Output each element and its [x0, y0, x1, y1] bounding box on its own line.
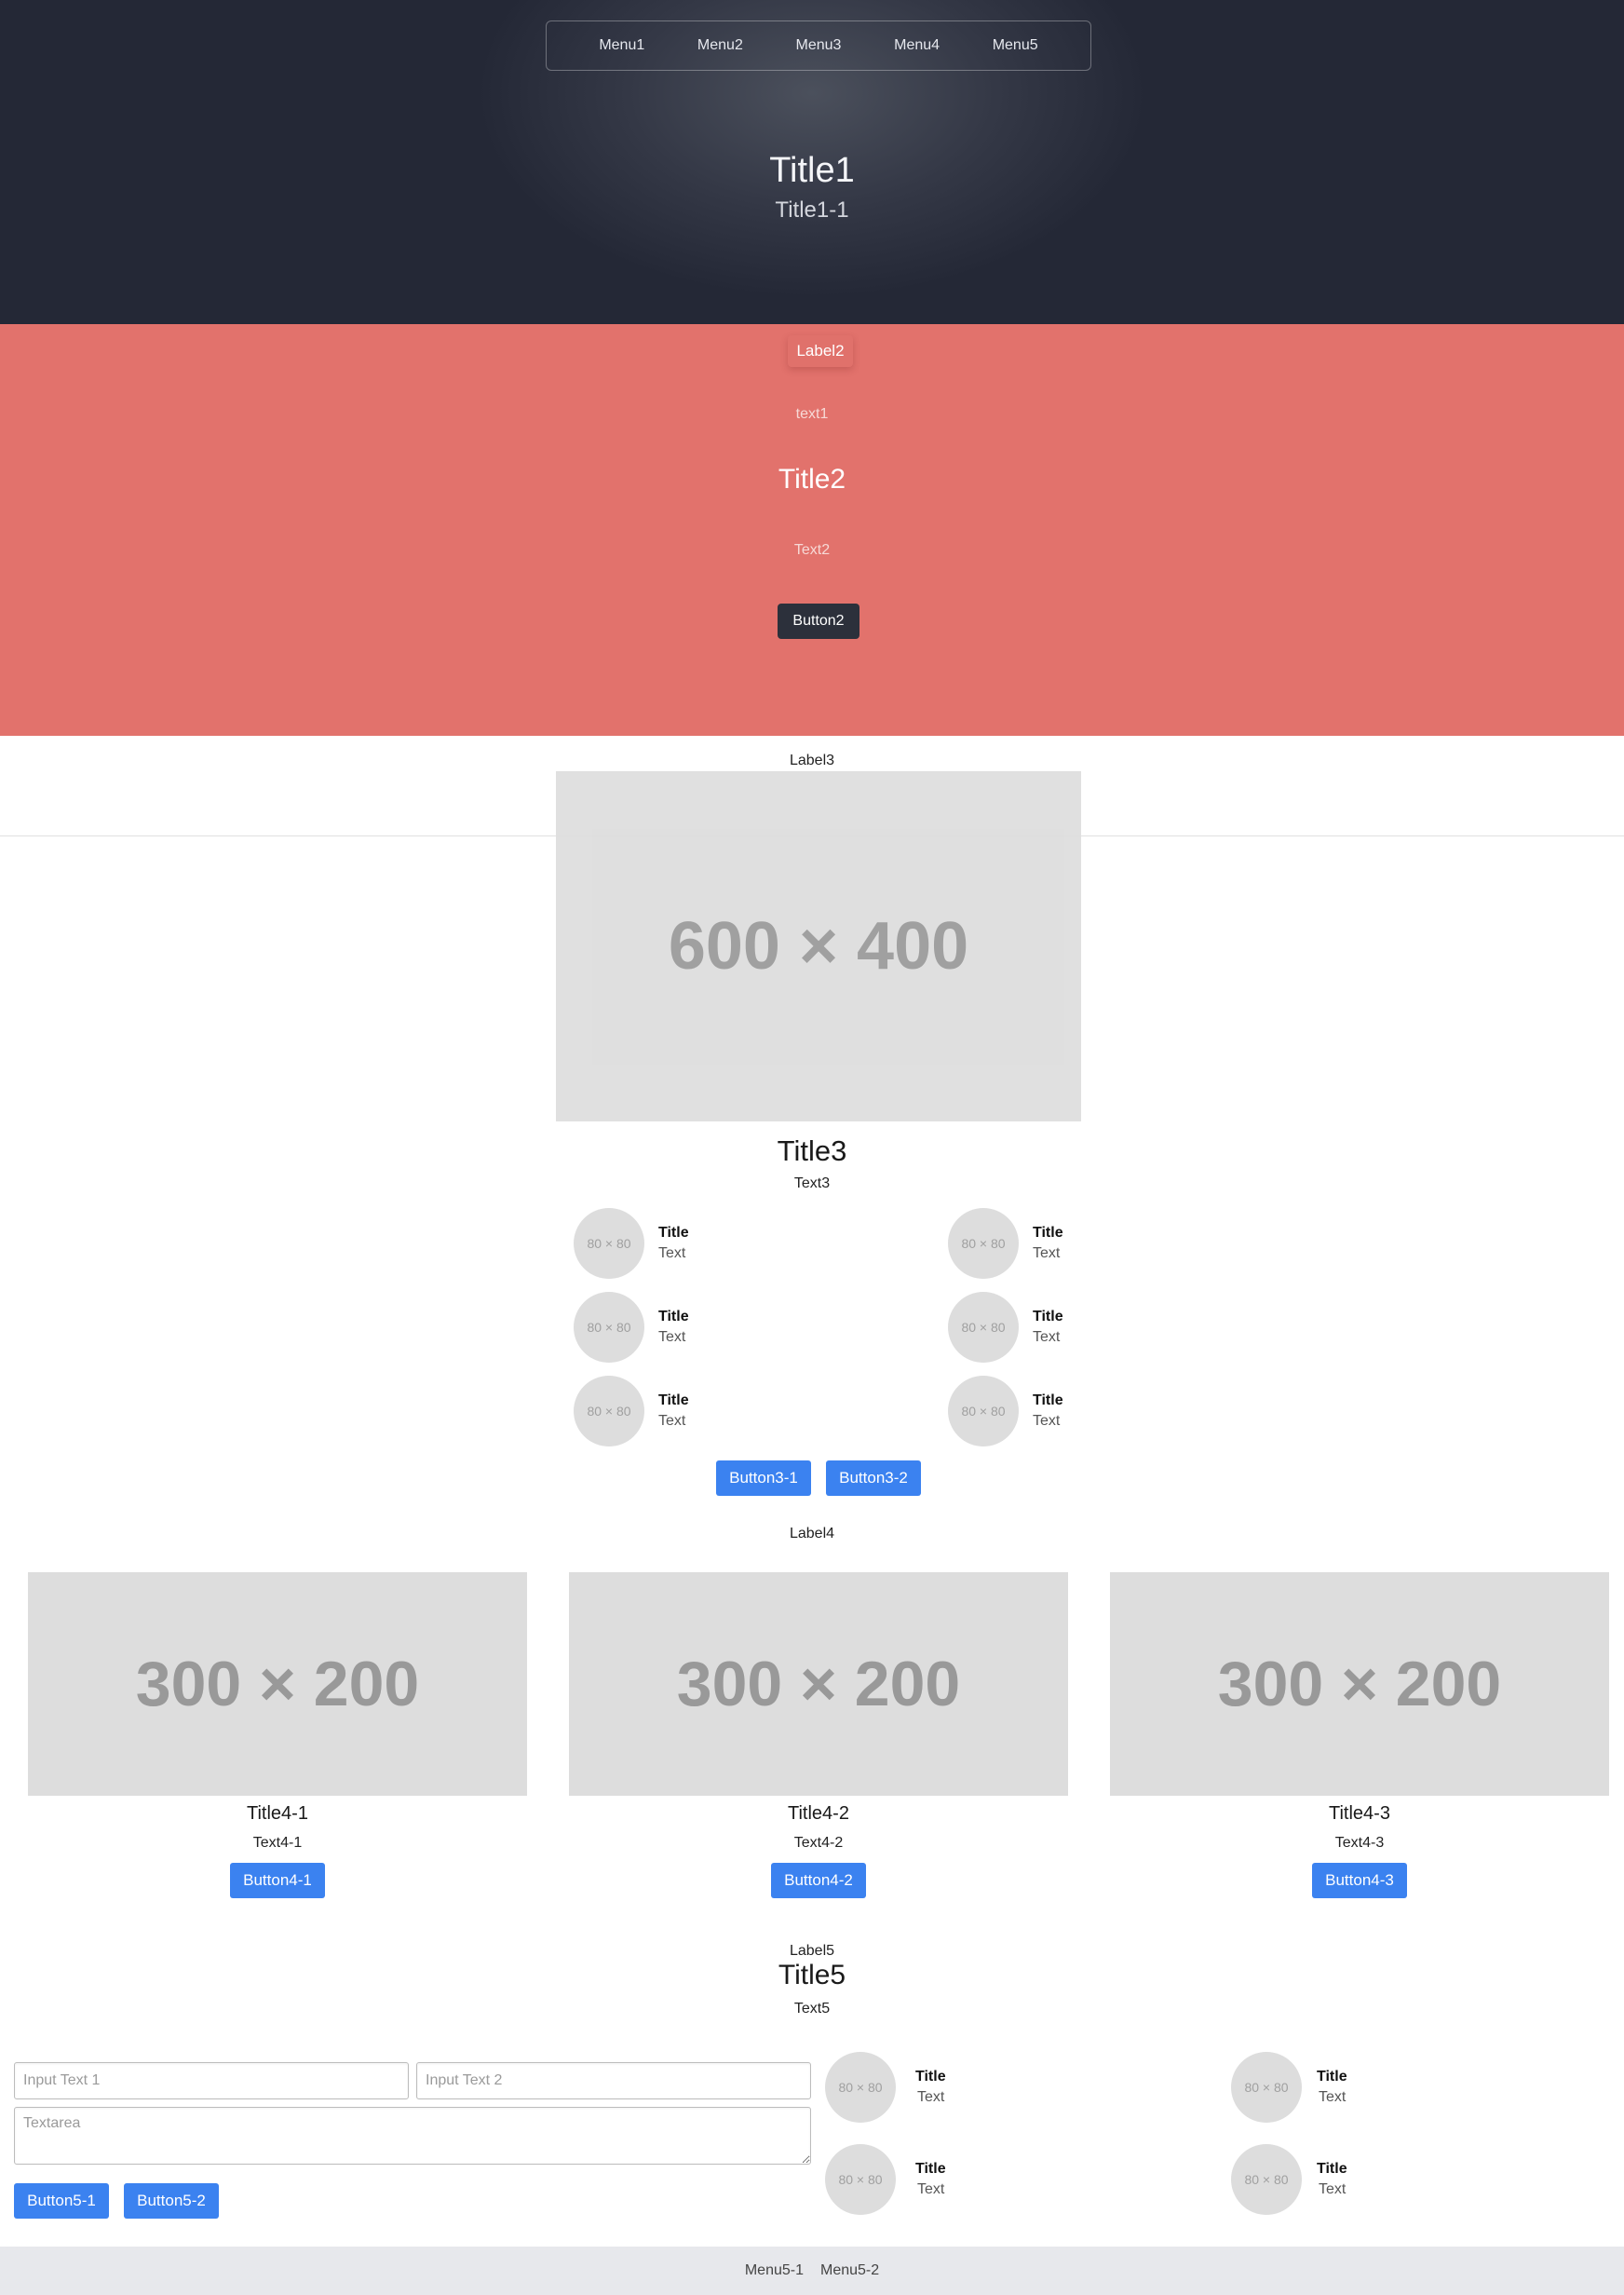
feature-text: Text — [917, 2089, 945, 2105]
avatar: 80 × 80 — [1231, 2144, 1302, 2215]
feature-text: Text — [1033, 1329, 1061, 1345]
feature-text: Text — [1319, 2089, 1347, 2105]
feature-title: Title — [1033, 1309, 1063, 1324]
section5-text: Text5 — [793, 2001, 831, 2017]
feature-text: Text — [658, 1329, 686, 1345]
feature-title: Title — [1033, 1225, 1063, 1241]
feature-text: Text — [658, 1413, 686, 1429]
button4-1[interactable]: Button4-1 — [230, 1863, 325, 1898]
section2-label-badge: Label2 — [788, 335, 853, 367]
section3-feature-5: 80 × 80 Title Text — [574, 1376, 689, 1446]
avatar: 80 × 80 — [948, 1292, 1019, 1363]
section3-title: Title3 — [777, 1134, 847, 1167]
section3-label: Label3 — [789, 753, 835, 768]
feature-title: Title — [658, 1309, 689, 1324]
feature-title: Title — [1033, 1392, 1063, 1408]
nav-menu1[interactable]: Menu1 — [599, 37, 644, 54]
section3-feature-6: 80 × 80 Title Text — [948, 1376, 1063, 1446]
card2-title: Title4-2 — [788, 1803, 849, 1824]
section4-label: Label4 — [789, 1526, 835, 1541]
section5-feature-2: 80 × 80 Title Text — [1231, 2052, 1347, 2123]
button4-3[interactable]: Button4-3 — [1312, 1863, 1407, 1898]
section3-image-placeholder: 600 × 400 — [556, 771, 1081, 1121]
button2[interactable]: Button2 — [778, 604, 859, 639]
card3-text: Text4-3 — [1334, 1835, 1385, 1851]
card3-image-placeholder: 300 × 200 — [1110, 1572, 1609, 1796]
card2-text: Text4-2 — [793, 1835, 844, 1851]
section5-title: Title5 — [778, 1960, 846, 1990]
section5-feature-1: 80 × 80 Title Text — [825, 2052, 946, 2123]
button3-2[interactable]: Button3-2 — [826, 1460, 921, 1496]
feature-text: Text — [1033, 1245, 1061, 1261]
section3-feature-3: 80 × 80 Title Text — [574, 1292, 689, 1363]
section3-text: Text3 — [793, 1175, 831, 1191]
section5-label: Label5 — [789, 1943, 835, 1959]
section2-text2: Text2 — [793, 542, 831, 558]
feature-title: Title — [915, 2161, 946, 2177]
section3-feature-4: 80 × 80 Title Text — [948, 1292, 1063, 1363]
avatar: 80 × 80 — [948, 1208, 1019, 1279]
feature-title: Title — [658, 1225, 689, 1241]
avatar: 80 × 80 — [825, 2052, 896, 2123]
section2-text1: text1 — [795, 406, 829, 422]
top-nav: Menu1 Menu2 Menu3 Menu4 Menu5 — [546, 20, 1091, 71]
footer-menu5-1[interactable]: Menu5-1 — [745, 2262, 804, 2279]
nav-menu3[interactable]: Menu3 — [796, 37, 842, 54]
hero-title: Title1 — [769, 151, 855, 190]
button4-2[interactable]: Button4-2 — [771, 1863, 866, 1898]
card3-title: Title4-3 — [1329, 1803, 1390, 1824]
feature-text: Text — [917, 2181, 945, 2197]
textarea-field[interactable] — [14, 2107, 811, 2165]
section5-feature-3: 80 × 80 Title Text — [825, 2144, 946, 2215]
avatar: 80 × 80 — [948, 1376, 1019, 1446]
avatar: 80 × 80 — [574, 1208, 644, 1279]
feature-title: Title — [1317, 2161, 1347, 2177]
input-text-1[interactable] — [14, 2062, 409, 2099]
feature-title: Title — [658, 1392, 689, 1408]
avatar: 80 × 80 — [574, 1376, 644, 1446]
avatar: 80 × 80 — [1231, 2052, 1302, 2123]
feature-title: Title — [915, 2069, 946, 2085]
avatar: 80 × 80 — [825, 2144, 896, 2215]
feature-text: Text — [1319, 2181, 1347, 2197]
feature-text: Text — [658, 1245, 686, 1261]
button3-1[interactable]: Button3-1 — [716, 1460, 811, 1496]
hero-section: Menu1 Menu2 Menu3 Menu4 Menu5 Title1 Tit… — [0, 0, 1624, 324]
nav-menu4[interactable]: Menu4 — [894, 37, 940, 54]
card1-title: Title4-1 — [247, 1803, 308, 1824]
footer: Menu5-1 Menu5-2 — [0, 2247, 1624, 2295]
button5-2[interactable]: Button5-2 — [124, 2183, 219, 2219]
nav-menu5[interactable]: Menu5 — [993, 37, 1038, 54]
feature-title: Title — [1317, 2069, 1347, 2085]
section3-feature-2: 80 × 80 Title Text — [948, 1208, 1063, 1279]
avatar: 80 × 80 — [574, 1292, 644, 1363]
card1-image-placeholder: 300 × 200 — [28, 1572, 527, 1796]
nav-menu2[interactable]: Menu2 — [697, 37, 743, 54]
card2-image-placeholder: 300 × 200 — [569, 1572, 1068, 1796]
section3-feature-1: 80 × 80 Title Text — [574, 1208, 689, 1279]
section2: Label2 text1 Title2 Text2 Button2 — [0, 324, 1624, 736]
section2-title: Title2 — [778, 464, 846, 495]
button5-1[interactable]: Button5-1 — [14, 2183, 109, 2219]
feature-text: Text — [1033, 1413, 1061, 1429]
hero-subtitle: Title1-1 — [775, 197, 849, 223]
input-text-2[interactable] — [416, 2062, 811, 2099]
card1-text: Text4-1 — [252, 1835, 303, 1851]
footer-menu5-2[interactable]: Menu5-2 — [820, 2262, 879, 2279]
section5-feature-4: 80 × 80 Title Text — [1231, 2144, 1347, 2215]
